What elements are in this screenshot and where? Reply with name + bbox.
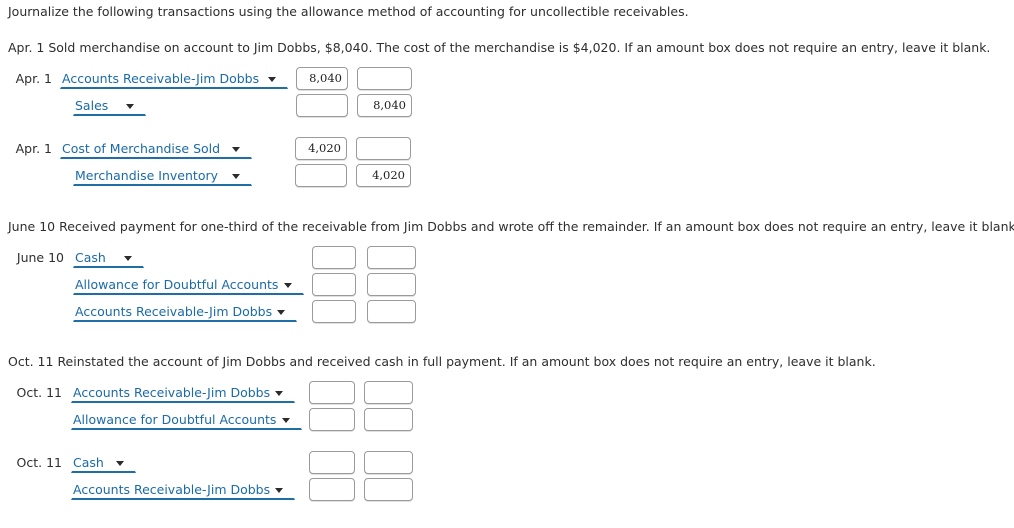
credit-input-oct11-b-row1[interactable] (364, 451, 413, 474)
credit-input-apr1-a-row2[interactable]: 8,040 (357, 94, 412, 117)
account-select-june10-row3[interactable]: Accounts Receivable-Jim Dobbs (73, 302, 297, 322)
entry-date-apr1-b: Apr. 1 (15, 141, 52, 156)
debit-input-apr1-a-row1[interactable]: 8,040 (296, 67, 348, 90)
chevron-down-icon (232, 146, 249, 152)
account-select-label: Allowance for Doubtful Accounts (75, 276, 279, 292)
account-select-label: Accounts Receivable-Jim Dobbs (62, 70, 260, 86)
debit-input-apr1-a-row2[interactable] (296, 94, 348, 117)
chevron-down-icon (275, 487, 292, 493)
account-select-label: Sales (75, 97, 109, 113)
account-select-label: Accounts Receivable-Jim Dobbs (75, 303, 273, 319)
debit-input-oct11-a-row1[interactable] (309, 381, 355, 404)
account-select-label: Cost of Merchandise Sold (62, 140, 221, 156)
account-select-apr1-a-row1[interactable]: Accounts Receivable-Jim Dobbs (60, 69, 288, 89)
chevron-down-icon (124, 255, 141, 261)
problem-intro-text: Journalize the following transactions us… (8, 4, 689, 19)
debit-input-june10-row3[interactable] (312, 300, 356, 323)
credit-input-apr1-a-row1[interactable] (357, 67, 412, 90)
chevron-down-icon (268, 76, 285, 82)
section-prompt-oct11: Oct. 11 Reinstated the account of Jim Do… (8, 354, 876, 369)
chevron-down-icon (275, 390, 292, 396)
account-select-label: Allowance for Doubtful Accounts (73, 411, 277, 427)
account-select-label: Accounts Receivable-Jim Dobbs (73, 384, 271, 400)
section-prompt-apr1: Apr. 1 Sold merchandise on account to Ji… (8, 40, 991, 55)
chevron-down-icon (284, 282, 301, 288)
chevron-down-icon (282, 417, 299, 423)
debit-input-oct11-b-row1[interactable] (309, 451, 355, 474)
entry-date-apr1-a: Apr. 1 (15, 71, 52, 86)
account-select-label: Accounts Receivable-Jim Dobbs (73, 481, 271, 497)
account-select-oct11-a-row1[interactable]: Accounts Receivable-Jim Dobbs (71, 383, 295, 403)
chevron-down-icon (126, 103, 143, 109)
debit-input-oct11-b-row2[interactable] (309, 478, 355, 501)
credit-input-june10-row3[interactable] (367, 300, 416, 323)
chevron-down-icon (116, 460, 133, 466)
credit-input-oct11-a-row1[interactable] (364, 381, 413, 404)
account-select-apr1-b-row2[interactable]: Merchandise Inventory (73, 166, 252, 186)
entry-date-june10: June 10 (16, 250, 64, 265)
account-select-apr1-b-row1[interactable]: Cost of Merchandise Sold (60, 139, 252, 159)
account-select-june10-row2[interactable]: Allowance for Doubtful Accounts (73, 275, 304, 295)
debit-input-apr1-b-row1[interactable]: 4,020 (295, 137, 347, 160)
debit-input-oct11-a-row2[interactable] (309, 408, 355, 431)
entry-date-oct11-a: Oct. 11 (16, 385, 62, 400)
chevron-down-icon (277, 309, 294, 315)
debit-input-june10-row2[interactable] (312, 273, 356, 296)
account-select-label: Cash (75, 249, 106, 265)
credit-input-oct11-b-row2[interactable] (364, 478, 413, 501)
credit-input-apr1-b-row2[interactable]: 4,020 (356, 164, 411, 187)
credit-input-june10-row1[interactable] (367, 246, 416, 269)
account-select-label: Merchandise Inventory (75, 167, 219, 183)
account-select-oct11-a-row2[interactable]: Allowance for Doubtful Accounts (71, 410, 302, 430)
credit-input-apr1-b-row1[interactable] (356, 137, 411, 160)
account-select-june10-row1[interactable]: Cash (73, 248, 144, 268)
debit-input-apr1-b-row2[interactable] (295, 164, 347, 187)
entry-date-oct11-b: Oct. 11 (16, 455, 62, 470)
chevron-down-icon (232, 173, 249, 179)
credit-input-oct11-a-row2[interactable] (364, 408, 413, 431)
account-select-label: Cash (73, 454, 104, 470)
credit-input-june10-row2[interactable] (367, 273, 416, 296)
account-select-oct11-b-row1[interactable]: Cash (71, 453, 136, 473)
debit-input-june10-row1[interactable] (312, 246, 356, 269)
account-select-oct11-b-row2[interactable]: Accounts Receivable-Jim Dobbs (71, 480, 295, 500)
section-prompt-june10: June 10 Received payment for one-third o… (8, 219, 1014, 234)
account-select-apr1-a-row2[interactable]: Sales (73, 96, 146, 116)
